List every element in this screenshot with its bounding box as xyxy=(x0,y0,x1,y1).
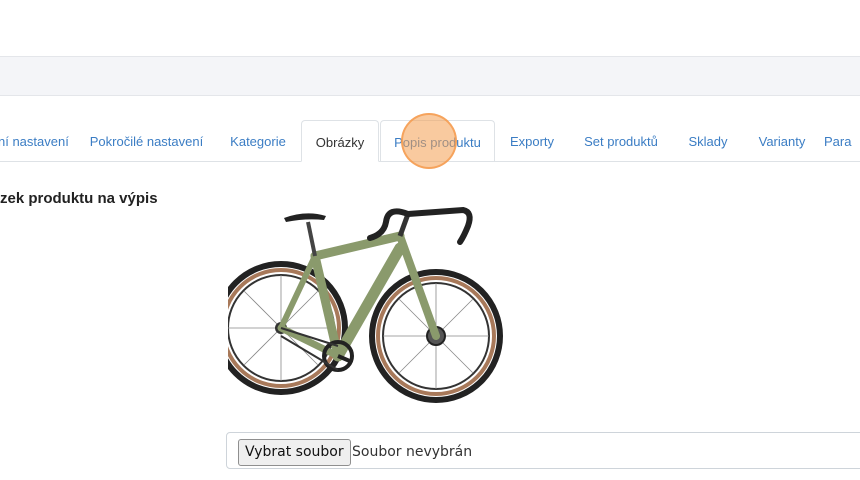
tab-product-sets[interactable]: Set produktů xyxy=(572,120,670,161)
bicycle-image xyxy=(214,206,503,403)
section-label: zek produktu na výpis xyxy=(0,190,158,207)
tab-parameters[interactable]: Para xyxy=(824,120,860,161)
tab-advanced-settings[interactable]: Pokročilé nastavení xyxy=(80,120,213,161)
tab-categories[interactable]: Kategorie xyxy=(218,120,298,161)
file-input[interactable]: Vybrat soubor Soubor nevybrán xyxy=(226,432,860,469)
product-image xyxy=(214,186,518,426)
tab-images[interactable]: Obrázky xyxy=(301,120,379,162)
tab-basic-settings[interactable]: ní nastavení xyxy=(0,120,69,161)
product-tabs: ní nastavení Pokročilé nastavení Kategor… xyxy=(0,120,860,162)
sub-header-bar xyxy=(0,56,860,96)
top-header xyxy=(0,0,860,56)
tab-variants[interactable]: Varianty xyxy=(746,120,818,161)
choose-file-button[interactable]: Vybrat soubor xyxy=(238,439,351,466)
tab-exports[interactable]: Exporty xyxy=(498,120,566,161)
file-status-text: Soubor nevybrán xyxy=(352,444,473,460)
tab-warehouses[interactable]: Sklady xyxy=(676,120,740,161)
tab-product-description[interactable]: Popis produktu xyxy=(380,120,495,161)
